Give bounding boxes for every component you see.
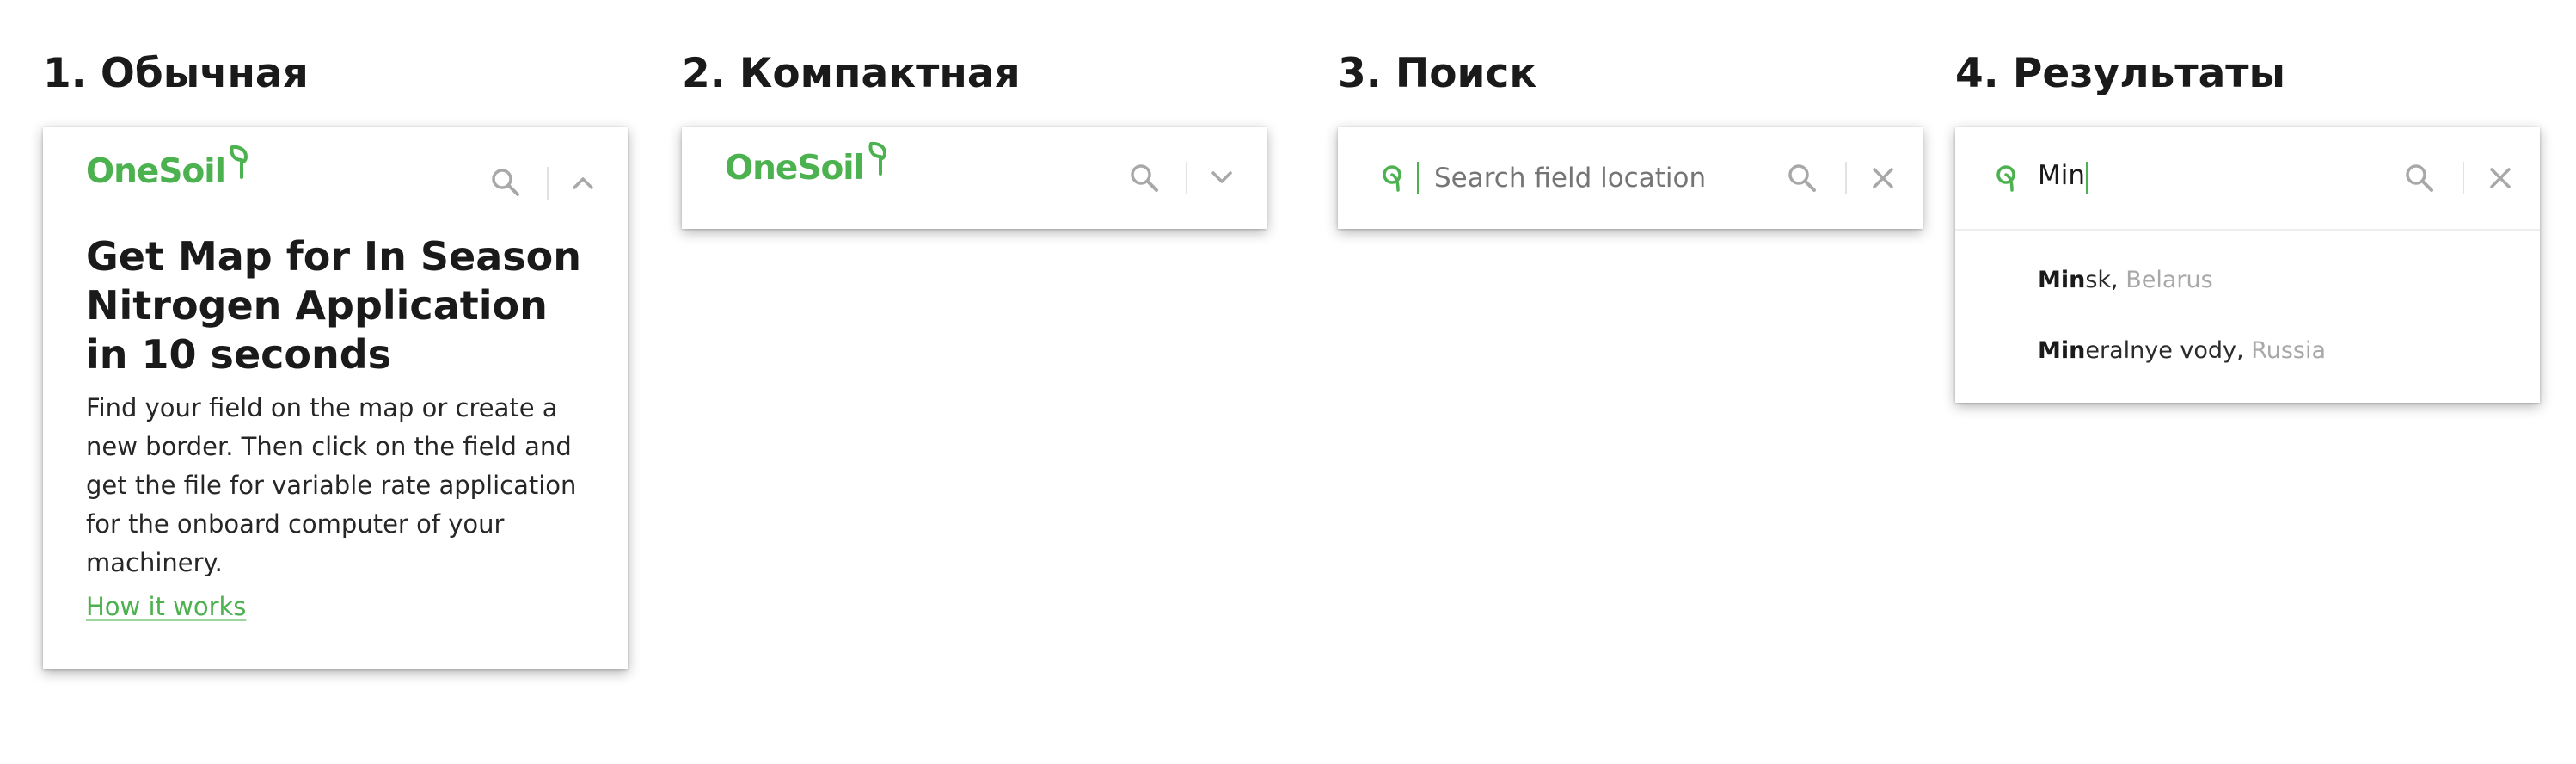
text-caret (2086, 162, 2088, 194)
variant-title: 3. Поиск (1338, 50, 1537, 97)
search-button[interactable] (490, 167, 521, 198)
leaf-icon (1383, 165, 1401, 192)
result-city: eralnye vody, (2085, 337, 2252, 364)
search-icon (1131, 164, 1158, 192)
clear-button[interactable] (2488, 166, 2512, 190)
result-item[interactable]: Minsk, Belarus (2038, 267, 2213, 293)
panel-description: Find your field on the map or create a n… (86, 393, 577, 577)
result-country: Russia (2251, 337, 2327, 364)
expand-button[interactable] (1210, 168, 1234, 188)
panel-headline: Get Map for In Season Nitrogen Applicati… (86, 233, 582, 378)
leaf-icon (230, 145, 248, 179)
panel-compact: OneSoil (682, 127, 1267, 229)
search-button[interactable] (2404, 163, 2435, 194)
search-icon (2406, 164, 2433, 192)
result-item[interactable]: Mineralnye vody, Russia (2038, 337, 2326, 364)
toolbar-separator (1186, 162, 1187, 194)
panel-full: OneSoil Get Map for In Season Nitrogen A… (43, 127, 628, 669)
collapse-button[interactable] (571, 172, 595, 193)
search-icon (1788, 164, 1816, 192)
how-it-works-link[interactable]: How it works (86, 592, 246, 621)
logo-text: OneSoil (725, 149, 865, 188)
onesoil-logo[interactable]: OneSoil (86, 145, 256, 191)
result-city: sk, (2085, 267, 2126, 293)
chevron-down-icon (1211, 171, 1232, 183)
variant-title: 2. Компактная (682, 50, 1021, 97)
text-caret (1417, 162, 1419, 194)
variant-title: 1. Обычная (43, 50, 309, 97)
close-icon (2490, 168, 2511, 188)
clear-button[interactable] (1871, 166, 1895, 190)
search-query[interactable]: Min (2038, 160, 2085, 191)
toolbar-separator (1845, 162, 1847, 194)
logo-text: OneSoil (86, 152, 226, 191)
toolbar-separator (547, 167, 549, 200)
search-button[interactable] (1129, 163, 1160, 194)
panel-results: Min Minsk, Belarus Mineralnye vody, Russ… (1955, 127, 2540, 403)
toolbar-separator (2463, 162, 2464, 194)
result-match: Min (2038, 337, 2086, 364)
variant-title: 4. Результаты (1955, 50, 2286, 97)
location-search-input[interactable] (1432, 157, 1763, 200)
onesoil-logo[interactable]: OneSoil (725, 141, 895, 188)
results-divider (1955, 229, 2540, 231)
chevron-up-icon (573, 177, 593, 189)
panel-search (1338, 127, 1923, 229)
leaf-icon (868, 141, 886, 176)
search-button[interactable] (1787, 163, 1818, 194)
result-country: Belarus (2125, 267, 2213, 293)
search-icon (492, 169, 519, 196)
close-icon (1873, 168, 1893, 188)
leaf-icon (1996, 165, 2015, 192)
result-match: Min (2038, 267, 2086, 293)
